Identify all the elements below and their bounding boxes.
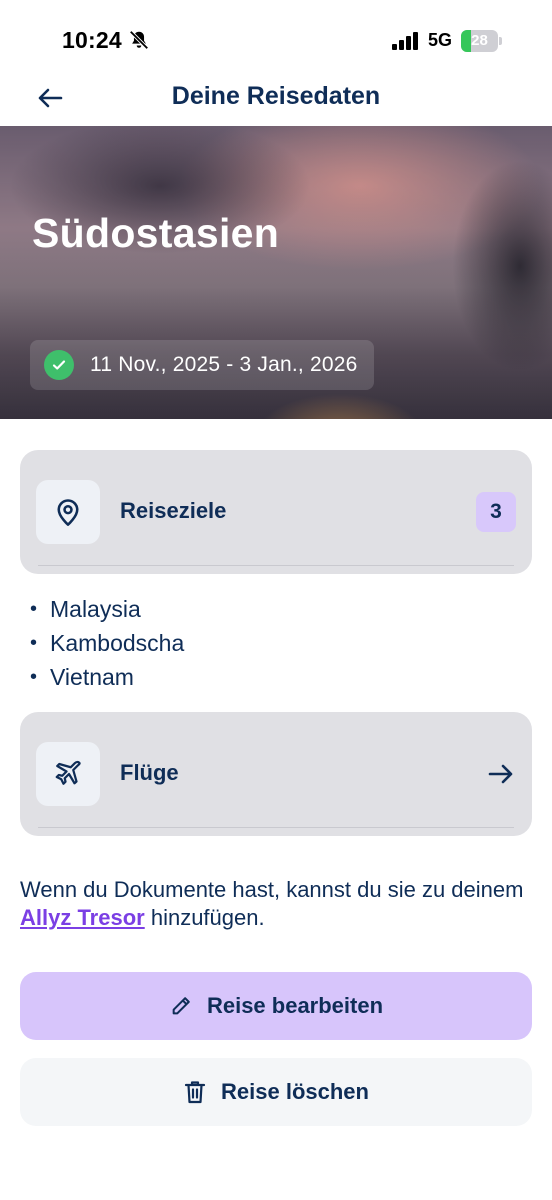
battery-charging-icon: 28 <box>461 30 503 52</box>
map-pin-icon <box>57 499 79 526</box>
info-suffix: hinzufügen. <box>144 905 265 930</box>
trash-icon <box>183 1080 207 1104</box>
hero-banner: Südostasien 11 Nov., 2025 - 3 Jan., 2026 <box>0 126 552 419</box>
nav-bar: Deine Reisedaten <box>0 70 552 126</box>
bell-muted-icon <box>128 29 150 51</box>
signal-icon <box>392 32 420 50</box>
destination-list: • Malaysia • Kambodscha • Vietnam <box>30 592 184 694</box>
bullet: • <box>30 598 38 620</box>
trip-dates-pill: 11 Nov., 2025 - 3 Jan., 2026 <box>30 340 374 390</box>
card-divider <box>38 565 514 566</box>
check-circle-icon <box>44 350 74 380</box>
battery-level: 28 <box>471 32 488 49</box>
destination-name: Kambodscha <box>50 630 185 656</box>
destination-name: Vietnam <box>50 664 134 690</box>
trip-title: Südostasien <box>32 210 280 256</box>
pencil-icon <box>169 994 193 1018</box>
bullet: • <box>30 666 38 688</box>
bullet: • <box>30 632 38 654</box>
arrow-right-icon <box>488 762 514 786</box>
status-bar: 10:24 5G 28 <box>0 0 552 80</box>
destinations-label: Reiseziele <box>120 498 227 523</box>
flights-icon-box <box>36 742 100 806</box>
delete-trip-label: Reise löschen <box>221 1079 369 1104</box>
destination-name: Malaysia <box>50 596 141 622</box>
info-prefix: Wenn du Dokumente hast, kannst du sie zu… <box>20 877 524 902</box>
destinations-card[interactable]: Reiseziele 3 <box>20 450 532 574</box>
edit-trip-label: Reise bearbeiten <box>206 993 384 1018</box>
destinations-count-badge: 3 <box>476 492 516 532</box>
allyz-tresor-link[interactable]: Allyz Tresor <box>20 905 145 930</box>
flights-card[interactable]: Flüge <box>20 712 532 836</box>
list-item: • Kambodscha <box>30 626 184 660</box>
status-time: 10:24 <box>62 27 122 53</box>
delete-trip-button[interactable]: Reise löschen <box>20 1058 532 1126</box>
list-item: • Malaysia <box>30 592 184 626</box>
airplane-icon <box>55 760 81 785</box>
documents-info: Wenn du Dokumente hast, kannst du sie zu… <box>20 876 540 932</box>
flights-label: Flüge <box>120 760 179 785</box>
network-label: 5G <box>428 30 453 50</box>
edit-trip-button[interactable]: Reise bearbeiten <box>20 972 532 1040</box>
card-divider <box>38 827 514 828</box>
page-title: Deine Reisedaten <box>171 82 381 110</box>
trip-dates: 11 Nov., 2025 - 3 Jan., 2026 <box>90 353 358 376</box>
destinations-icon-box <box>36 480 100 544</box>
list-item: • Vietnam <box>30 660 184 694</box>
